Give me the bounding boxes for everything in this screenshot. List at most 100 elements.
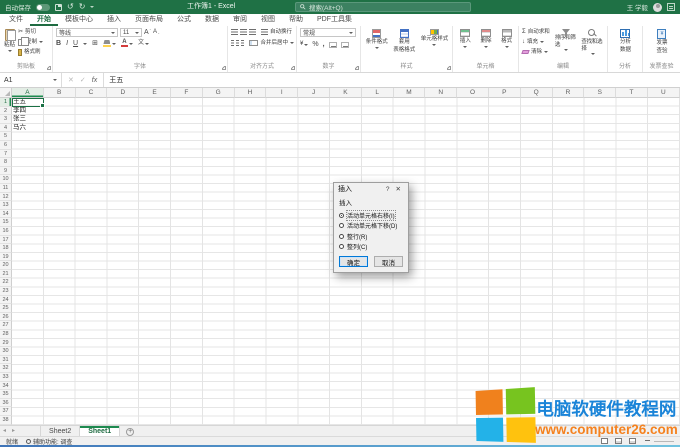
align-bottom-icon[interactable] <box>249 29 256 35</box>
column-header[interactable]: O <box>457 88 489 98</box>
format-painter-button[interactable]: 格式刷 <box>18 48 43 56</box>
insert-function-icon[interactable]: fx <box>92 77 97 84</box>
row-header[interactable]: 12 <box>0 193 12 202</box>
increase-decimal-icon[interactable] <box>329 42 337 48</box>
autosum-button[interactable]: Σ自动求和 <box>522 28 552 36</box>
grow-font-icon[interactable]: Aˆ <box>144 28 151 37</box>
comma-style-button[interactable]: , <box>323 40 325 49</box>
cancel-entry-icon[interactable]: ✕ <box>68 76 74 84</box>
font-dialog-launcher-icon[interactable] <box>222 66 226 70</box>
ribbon-tab[interactable]: 视图 <box>254 14 282 26</box>
row-header[interactable]: 19 <box>0 253 12 262</box>
sheet-tab[interactable]: Sheet2 <box>40 426 80 436</box>
column-header[interactable]: G <box>203 88 235 98</box>
column-header[interactable]: D <box>107 88 139 98</box>
sort-filter-button[interactable]: 排序和筛选 <box>554 28 579 51</box>
row-header[interactable]: 24 <box>0 296 12 305</box>
decrease-decimal-icon[interactable] <box>341 42 349 48</box>
row-header[interactable]: 36 <box>0 399 12 408</box>
dialog-radio-option[interactable]: 活动单元格右移(I) <box>339 210 403 221</box>
number-dialog-launcher-icon[interactable] <box>355 66 359 70</box>
column-header[interactable]: C <box>76 88 108 98</box>
align-middle-icon[interactable] <box>240 29 247 35</box>
row-header[interactable]: 35 <box>0 390 12 399</box>
grid-cell[interactable]: 李四 <box>13 107 43 116</box>
alignment-dialog-launcher-icon[interactable] <box>291 66 295 70</box>
customize-qat-icon[interactable] <box>90 6 94 8</box>
row-header[interactable]: 22 <box>0 278 12 287</box>
align-right-icon[interactable] <box>241 40 244 46</box>
user-avatar[interactable] <box>653 3 662 12</box>
dialog-titlebar[interactable]: 插入 ? ✕ <box>334 183 408 195</box>
row-header[interactable]: 6 <box>0 141 12 150</box>
ok-button[interactable]: 确定 <box>339 256 368 267</box>
row-header[interactable]: 18 <box>0 244 12 253</box>
column-header[interactable]: Q <box>521 88 553 98</box>
column-header[interactable]: L <box>362 88 394 98</box>
format-cells-button[interactable]: 格式 <box>500 28 513 48</box>
dialog-help-icon[interactable]: ? <box>383 186 393 193</box>
row-header[interactable]: 8 <box>0 158 12 167</box>
fill-color-button[interactable] <box>103 40 116 47</box>
font-name-combo[interactable]: 等线 <box>56 28 118 37</box>
new-sheet-button[interactable]: + <box>126 428 134 436</box>
ribbon-tab[interactable]: 开始 <box>30 14 58 26</box>
align-left-icon[interactable] <box>231 40 234 46</box>
row-header[interactable]: 28 <box>0 330 12 339</box>
redo-icon[interactable]: ↻ <box>79 3 86 11</box>
column-header[interactable]: A <box>12 88 44 98</box>
phonetic-guide-icon[interactable]: 文 <box>138 39 149 48</box>
row-header[interactable]: 4 <box>0 124 12 133</box>
delete-cells-button[interactable]: 删除 <box>479 28 492 48</box>
row-header[interactable]: 27 <box>0 321 12 330</box>
clear-button[interactable]: 清除 <box>522 48 552 56</box>
italic-button[interactable]: I <box>66 39 68 48</box>
grid-cell[interactable]: 张三 <box>13 115 43 124</box>
row-header[interactable]: 32 <box>0 364 12 373</box>
ribbon-tab[interactable]: PDF工具集 <box>310 14 359 26</box>
column-header[interactable]: J <box>298 88 330 98</box>
row-header[interactable]: 9 <box>0 167 12 176</box>
column-header[interactable]: F <box>171 88 203 98</box>
row-header[interactable]: 3 <box>0 115 12 124</box>
dialog-radio-option[interactable]: 整列(C) <box>339 242 403 253</box>
autosave-toggle[interactable] <box>36 4 50 11</box>
format-as-table-button[interactable]: 套用 表格格式 <box>392 28 416 53</box>
save-icon[interactable] <box>55 4 62 11</box>
accounting-format-icon[interactable]: ¥ <box>300 40 308 49</box>
ribbon-tab[interactable]: 审阅 <box>226 14 254 26</box>
search-box[interactable]: 搜索(Alt+Q) <box>295 2 471 12</box>
ribbon-tab[interactable]: 插入 <box>100 14 128 26</box>
row-header[interactable]: 30 <box>0 347 12 356</box>
ribbon-tab[interactable]: 帮助 <box>282 14 310 26</box>
row-header[interactable]: 15 <box>0 218 12 227</box>
row-header[interactable]: 25 <box>0 304 12 313</box>
font-size-combo[interactable]: 11 <box>120 28 142 37</box>
row-header[interactable]: 16 <box>0 227 12 236</box>
ribbon-tab[interactable]: 文件 <box>2 14 30 26</box>
row-header[interactable]: 10 <box>0 175 12 184</box>
sheet-nav-left-icon[interactable]: ◂ <box>0 426 9 436</box>
merge-center-button[interactable]: 合并后居中 <box>249 39 294 47</box>
row-header[interactable]: 2 <box>0 107 12 116</box>
row-header[interactable]: 34 <box>0 382 12 391</box>
row-header[interactable]: 20 <box>0 261 12 270</box>
find-select-button[interactable]: 查找和选择 <box>580 28 605 55</box>
bold-button[interactable]: B <box>56 39 61 48</box>
ribbon-display-options-icon[interactable] <box>667 3 675 11</box>
align-center-icon[interactable] <box>236 40 239 46</box>
column-header[interactable]: H <box>235 88 267 98</box>
wrap-text-button[interactable]: 自动换行 <box>261 28 292 36</box>
column-header[interactable]: P <box>489 88 521 98</box>
formula-input[interactable]: 王五 <box>104 75 123 85</box>
row-header[interactable]: 7 <box>0 150 12 159</box>
shrink-font-icon[interactable]: Aˇ <box>153 28 159 37</box>
insert-cells-button[interactable]: 插入 <box>459 28 472 48</box>
fill-button[interactable]: ↓填充 <box>522 38 552 46</box>
percent-style-button[interactable]: % <box>312 40 318 49</box>
name-box[interactable]: A1 <box>0 73 62 87</box>
row-header[interactable]: 5 <box>0 132 12 141</box>
column-header[interactable]: B <box>44 88 76 98</box>
row-header[interactable]: 33 <box>0 373 12 382</box>
align-top-icon[interactable] <box>231 29 238 35</box>
